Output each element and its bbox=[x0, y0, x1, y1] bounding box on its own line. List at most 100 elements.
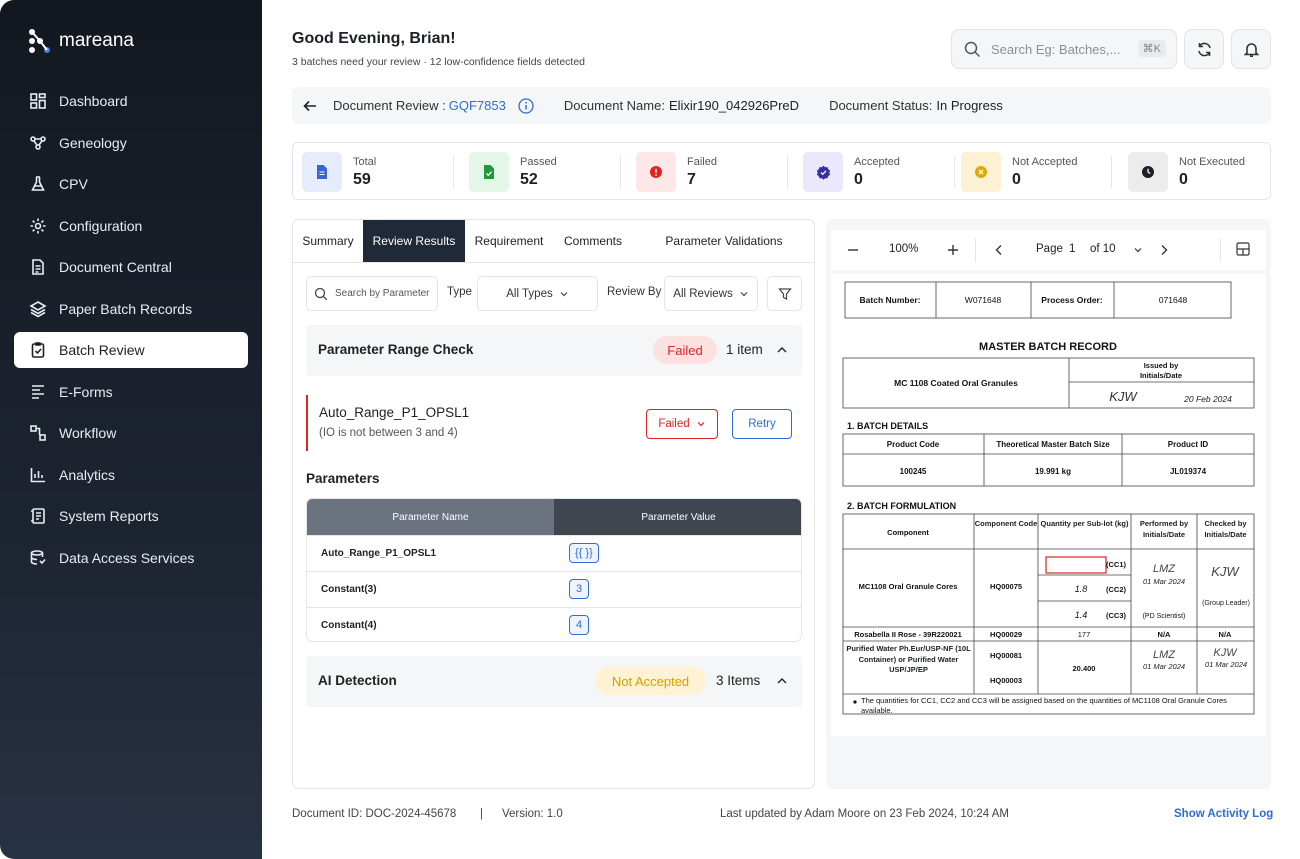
tab-summary[interactable]: Summary bbox=[293, 220, 363, 262]
notifications-button[interactable] bbox=[1231, 29, 1271, 69]
chevron-left-icon[interactable] bbox=[994, 244, 1004, 256]
stat-label: Failed bbox=[687, 155, 717, 168]
low-confidence-highlight[interactable] bbox=[1045, 556, 1107, 574]
filter-button[interactable] bbox=[767, 276, 802, 311]
doc-row3-code-1: HQ00081 bbox=[990, 651, 1022, 660]
layout-icon[interactable] bbox=[1236, 242, 1250, 256]
sidebar-item-batch-review[interactable]: Batch Review bbox=[14, 332, 248, 368]
item-status-label: Failed bbox=[658, 418, 690, 430]
zoom-in-icon[interactable] bbox=[947, 244, 959, 256]
section-title: Parameter Range Check bbox=[318, 342, 474, 357]
footer-last-updated: Last updated by Adam Moore on 23 Feb 202… bbox=[720, 808, 1009, 820]
section-title: AI Detection bbox=[318, 673, 397, 688]
ai-detection-section[interactable]: AI Detection Not Accepted 3 Items bbox=[306, 656, 802, 707]
sidebar-item-paper-batch-records[interactable]: Paper Batch Records bbox=[14, 291, 248, 327]
doc-row1-component: MC1108 Oral Granule Cores bbox=[859, 582, 958, 591]
layers-icon bbox=[29, 300, 47, 318]
search-shortcut-badge: ⌘K bbox=[1137, 40, 1166, 57]
chevron-down-icon[interactable] bbox=[1133, 245, 1143, 255]
sidebar-item-cpv[interactable]: CPV bbox=[14, 166, 248, 202]
sidebar-item-label: Batch Review bbox=[59, 342, 145, 358]
brand-logo[interactable]: mareana bbox=[27, 28, 134, 54]
info-icon[interactable] bbox=[518, 97, 534, 114]
sidebar-item-data-access-services[interactable]: Data Access Services bbox=[14, 540, 248, 576]
item-status-dropdown[interactable]: Failed bbox=[646, 409, 718, 439]
parameter-value-chip[interactable]: 4 bbox=[569, 615, 589, 635]
doc-batch-number-label: Batch Number: bbox=[860, 295, 921, 305]
sidebar-item-e-forms[interactable]: E-Forms bbox=[14, 374, 248, 410]
parameter-value-chip[interactable]: 3 bbox=[569, 579, 589, 599]
show-activity-log-link[interactable]: Show Activity Log bbox=[1174, 808, 1273, 820]
sidebar-item-dashboard[interactable]: Dashboard bbox=[14, 83, 248, 119]
search-placeholder: Search Eg: Batches,... bbox=[991, 41, 1121, 57]
doc-row1-performed-signature: LMZ bbox=[1153, 563, 1176, 575]
sidebar-item-system-reports[interactable]: System Reports bbox=[14, 498, 248, 534]
file-check-icon bbox=[469, 152, 509, 192]
viewer-toolbar: 100% Page 1 of 10 bbox=[831, 230, 1266, 270]
sidebar-item-label: Configuration bbox=[59, 217, 143, 234]
back-arrow-icon[interactable] bbox=[302, 98, 318, 114]
document-page: Batch Number: W071648 Process Order: 071… bbox=[831, 274, 1266, 736]
doc-section-batch-details: 1. BATCH DETAILS bbox=[847, 421, 928, 431]
page-number-input[interactable]: 1 bbox=[1069, 243, 1075, 255]
stat-value: 59 bbox=[353, 170, 371, 188]
sidebar: mareana Dashboard Geneology CPV Configur… bbox=[0, 0, 262, 859]
doc-title: MASTER BATCH RECORD bbox=[979, 341, 1117, 353]
chevron-down-icon bbox=[697, 422, 705, 427]
doc-row3-checked-signature: KJW bbox=[1213, 647, 1238, 659]
sidebar-item-label: Dashboard bbox=[59, 93, 128, 109]
tab-comments[interactable]: Comments bbox=[553, 220, 633, 262]
clock-icon bbox=[1128, 152, 1168, 192]
zoom-out-icon[interactable] bbox=[847, 244, 859, 256]
doc-bd-header-2: Product ID bbox=[1168, 440, 1209, 449]
doc-product-name: MC 1108 Coated Oral Granules bbox=[894, 378, 1018, 388]
parameter-range-check-section[interactable]: Parameter Range Check Failed 1 item bbox=[306, 325, 802, 376]
type-filter-select[interactable]: All Types bbox=[477, 276, 598, 311]
parameter-search-input[interactable]: Search by Parameter bbox=[306, 276, 438, 311]
chevron-up-icon[interactable] bbox=[776, 675, 788, 687]
doc-row2-code: HQ00029 bbox=[990, 630, 1022, 639]
sidebar-item-document-central[interactable]: Document Central bbox=[14, 249, 248, 285]
parameters-table: Parameter Name Parameter Value Auto_Rang… bbox=[306, 498, 802, 642]
stat-value: 7 bbox=[687, 170, 696, 188]
doc-row3-code-2: HQ00003 bbox=[990, 676, 1022, 685]
page-label: Page bbox=[1036, 243, 1063, 255]
doc-section-batch-formulation: 2. BATCH FORMULATION bbox=[847, 501, 956, 511]
mareana-logo-icon bbox=[29, 29, 50, 53]
document-status-label: Document Status: bbox=[829, 98, 933, 113]
retry-button[interactable]: Retry bbox=[732, 409, 792, 439]
flask-icon bbox=[29, 175, 47, 193]
doc-bf-header-qty: Quantity per Sub-lot (kg) bbox=[1040, 519, 1129, 528]
refresh-button[interactable] bbox=[1184, 29, 1224, 69]
document-name-label: Document Name: bbox=[563, 98, 665, 113]
sidebar-item-geneology[interactable]: Geneology bbox=[14, 125, 248, 161]
global-search-input[interactable]: Search Eg: Batches,... ⌘K bbox=[951, 29, 1177, 69]
tab-parameter-validations[interactable]: Parameter Validations bbox=[649, 220, 799, 262]
x-circle-icon bbox=[961, 152, 1001, 192]
document-info-bar: Document Review : GQF7853 Document Name:… bbox=[292, 87, 1271, 124]
doc-row2-qty: 177 bbox=[1078, 630, 1091, 639]
stat-label: Not Executed bbox=[1179, 155, 1246, 168]
sidebar-item-label: E-Forms bbox=[59, 383, 113, 400]
sidebar-item-workflow[interactable]: Workflow bbox=[14, 415, 248, 451]
sidebar-item-label: Workflow bbox=[59, 425, 117, 441]
tab-requirement[interactable]: Requirement bbox=[465, 220, 553, 262]
review-by-filter-select[interactable]: All Reviews bbox=[664, 276, 758, 311]
sidebar-item-label: Document Central bbox=[59, 259, 172, 275]
doc-row2-checked: N/A bbox=[1219, 630, 1233, 639]
doc-row1-performed-date: 01 Mar 2024 bbox=[1142, 577, 1186, 586]
sidebar-item-analytics[interactable]: Analytics bbox=[14, 457, 248, 493]
review-id-link[interactable]: GQF7853 bbox=[449, 98, 506, 113]
chevron-up-icon[interactable] bbox=[776, 344, 788, 356]
sidebar-item-configuration[interactable]: Configuration bbox=[14, 208, 248, 244]
sidebar-item-label: Data Access Services bbox=[59, 549, 195, 566]
parameter-value-chip[interactable]: {{ }} bbox=[569, 543, 599, 563]
file-icon bbox=[302, 152, 342, 192]
stat-label: Passed bbox=[520, 155, 557, 168]
zoom-level: 100% bbox=[889, 243, 919, 255]
chevron-right-icon[interactable] bbox=[1159, 244, 1169, 256]
doc-row1-cc2-value: 1.8 bbox=[1075, 584, 1088, 594]
tab-review-results[interactable]: Review Results bbox=[363, 220, 465, 262]
doc-row1-code: HQ00075 bbox=[990, 582, 1022, 591]
sidebar-item-label: CPV bbox=[59, 176, 88, 192]
